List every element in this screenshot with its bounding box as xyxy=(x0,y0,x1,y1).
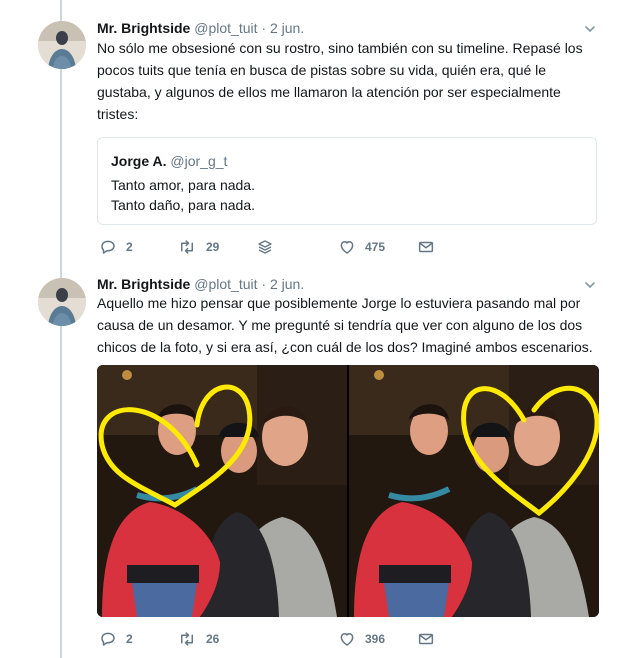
media-grid xyxy=(97,365,599,617)
reply-count: 2 xyxy=(126,240,133,254)
chevron-down-icon[interactable] xyxy=(584,279,596,291)
quoted-text-line: Tanto daño, para nada. xyxy=(111,197,256,213)
tweet-text: No sólo me obsesioné con su rostro, sino… xyxy=(97,40,583,122)
photo-left[interactable] xyxy=(97,365,347,617)
separator-dot: · xyxy=(261,276,267,292)
tweet-date[interactable]: 2 jun. xyxy=(270,20,304,36)
reply-button[interactable]: 2 xyxy=(99,629,133,649)
author-name[interactable]: Mr. Brightside xyxy=(97,20,190,36)
tweet-header: Mr. Brightside @plot_tuit · 2 jun. xyxy=(97,19,304,37)
mail-icon xyxy=(417,630,435,648)
retweet-icon xyxy=(177,238,197,256)
reply-icon xyxy=(99,238,117,256)
photo-right[interactable] xyxy=(349,365,599,617)
quoted-author-name: Jorge A. xyxy=(111,153,167,169)
heart-icon xyxy=(338,630,356,648)
quoted-author-handle: @jor_g_t xyxy=(170,153,228,169)
dm-button[interactable] xyxy=(417,237,435,257)
quoted-tweet[interactable]: Jorge A. @jor_g_t Tanto amor, para nada.… xyxy=(97,137,597,225)
retweet-button[interactable]: 26 xyxy=(177,629,219,649)
heart-icon xyxy=(338,238,356,256)
like-count: 475 xyxy=(365,240,386,254)
chevron-down-icon[interactable] xyxy=(584,23,596,35)
like-count: 396 xyxy=(365,632,386,646)
retweet-count: 29 xyxy=(206,240,220,254)
like-button[interactable]: 475 xyxy=(338,237,385,257)
avatar[interactable] xyxy=(38,278,86,326)
tweet-header: Mr. Brightside @plot_tuit · 2 jun. xyxy=(97,275,304,293)
stack-button[interactable] xyxy=(256,237,274,257)
author-name[interactable]: Mr. Brightside xyxy=(97,276,190,292)
author-handle[interactable]: @plot_tuit xyxy=(194,276,257,292)
retweet-icon xyxy=(177,630,197,648)
quoted-text-line: Tanto amor, para nada. xyxy=(111,177,255,193)
tweet-date[interactable]: 2 jun. xyxy=(270,276,304,292)
reply-count: 2 xyxy=(126,632,133,646)
like-button[interactable]: 396 xyxy=(338,629,385,649)
author-handle[interactable]: @plot_tuit xyxy=(194,20,257,36)
dm-button[interactable] xyxy=(417,629,435,649)
tweet[interactable]: Mr. Brightside @plot_tuit · 2 jun. No só… xyxy=(0,0,638,266)
separator-dot: · xyxy=(261,20,267,36)
tweet-actions: 2 29 475 xyxy=(97,237,597,257)
retweet-button[interactable]: 29 xyxy=(177,237,219,257)
tweet-actions: 2 26 396 xyxy=(97,629,597,649)
mail-icon xyxy=(417,238,435,256)
tweet-text: Aquello me hizo pensar que posiblemente … xyxy=(97,295,593,355)
avatar[interactable] xyxy=(38,21,86,69)
retweet-count: 26 xyxy=(206,632,220,646)
reply-button[interactable]: 2 xyxy=(99,237,133,257)
stack-icon xyxy=(256,238,274,256)
reply-icon xyxy=(99,630,117,648)
